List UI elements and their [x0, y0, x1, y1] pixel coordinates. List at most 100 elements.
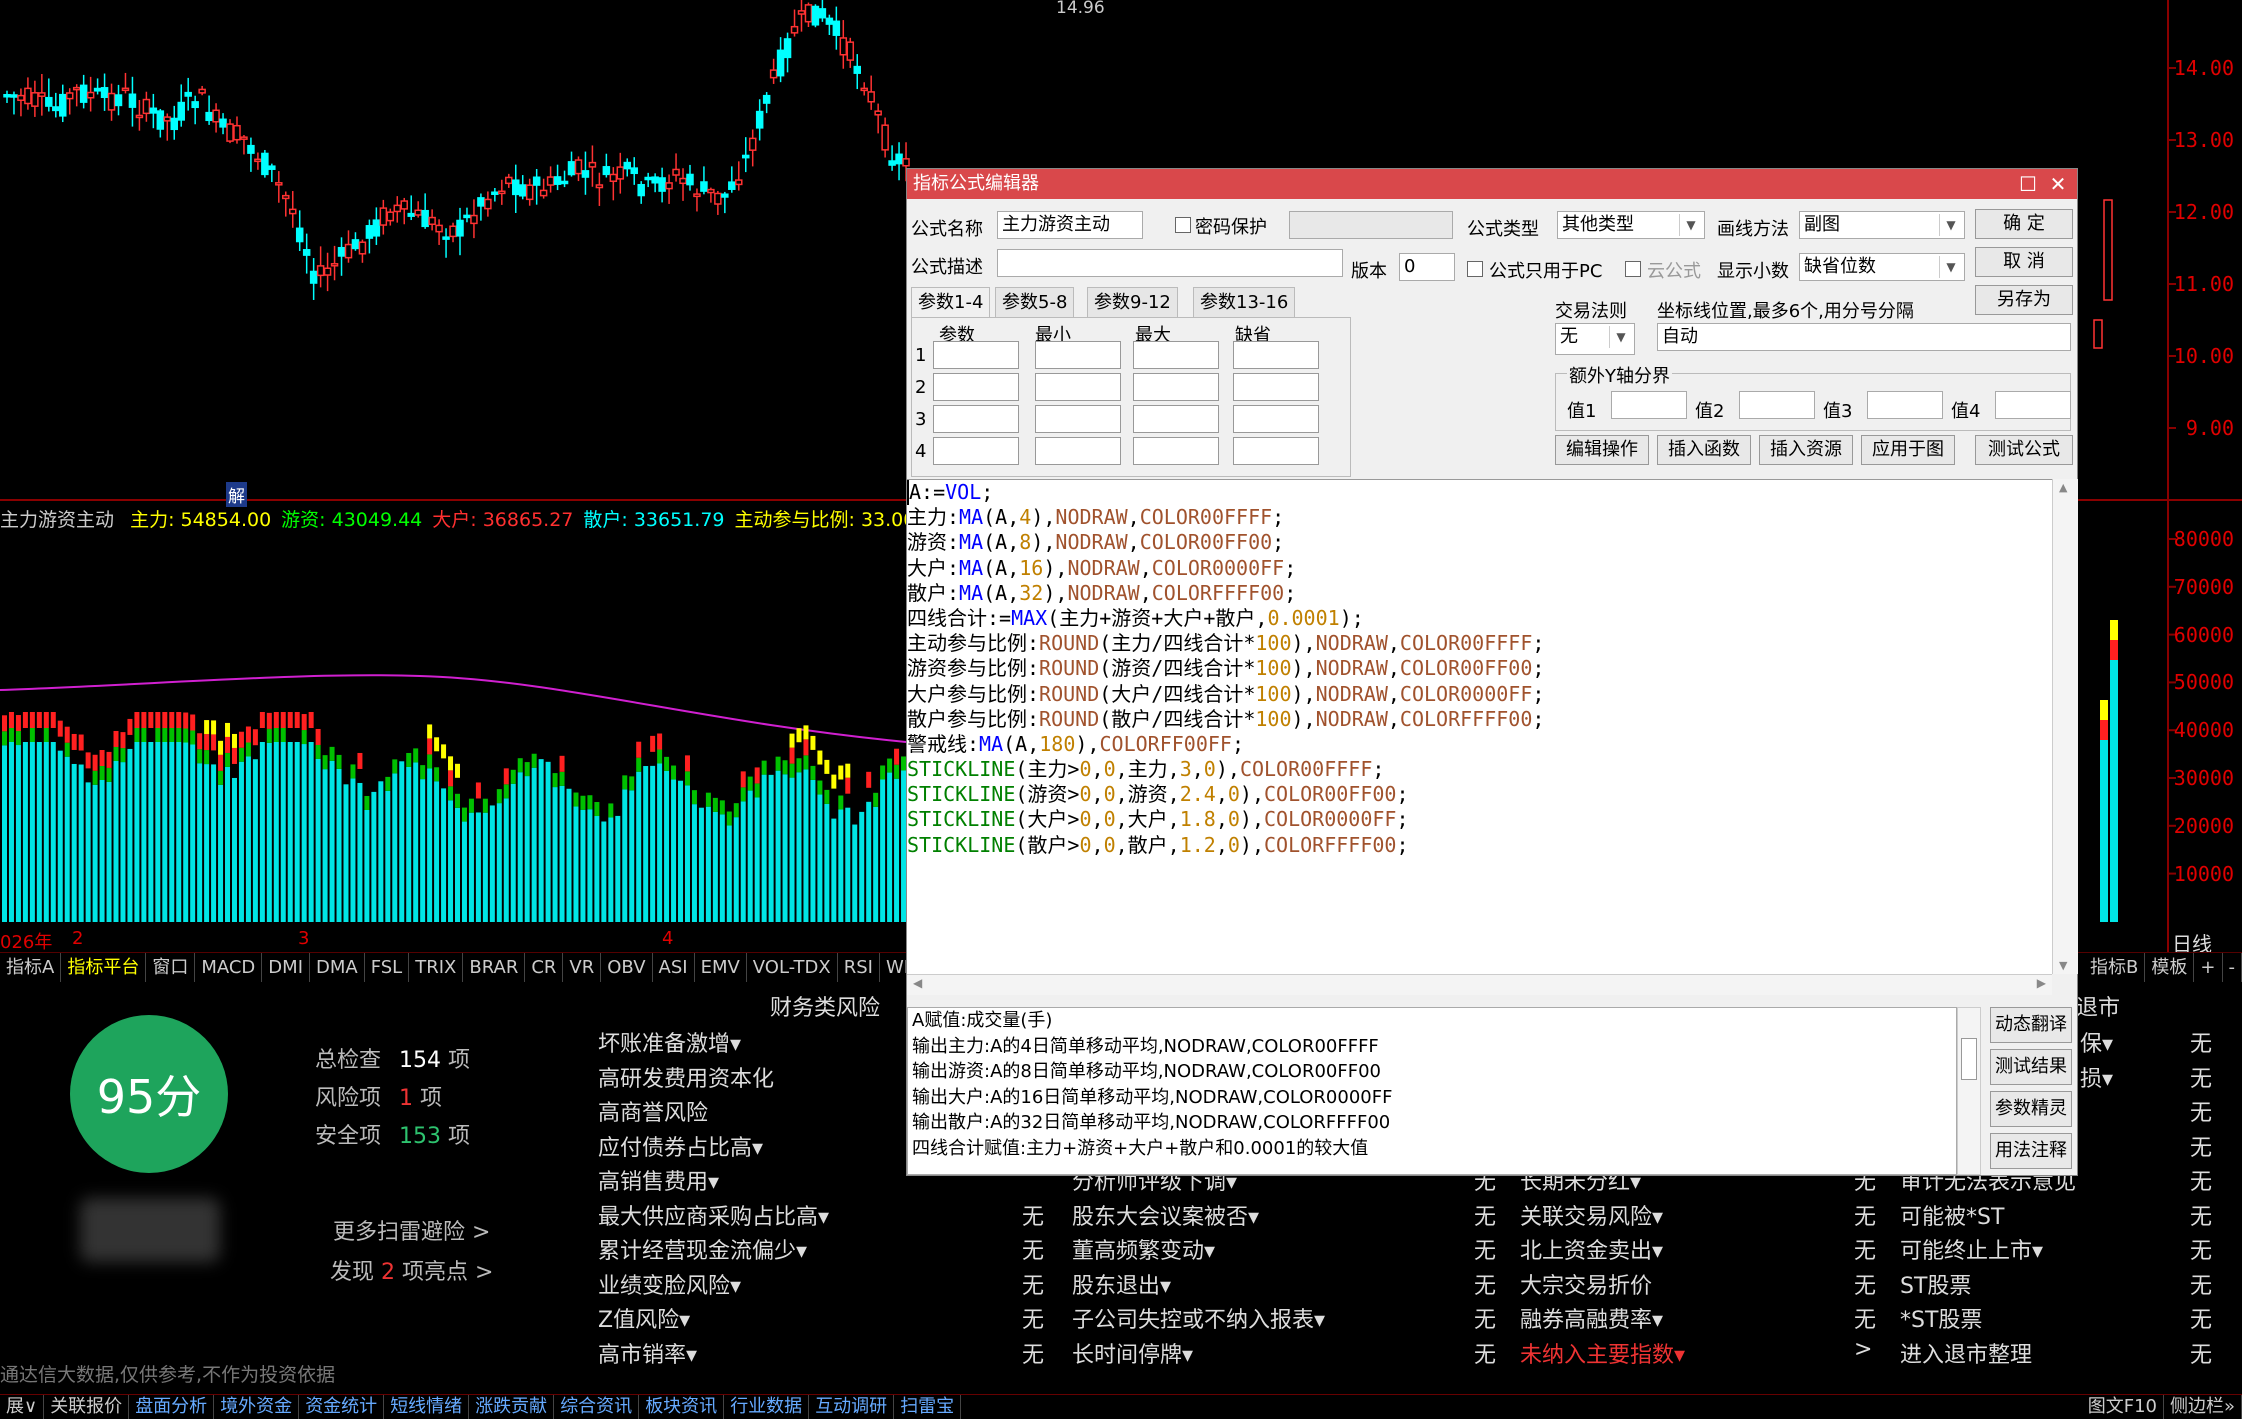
formula-desc-input[interactable]	[997, 249, 1343, 277]
code-line[interactable]: STICKLINE(游资>0,0,游资,2.4,0),COLOR00FF00;	[907, 782, 2052, 807]
param-cell-input[interactable]	[933, 405, 1019, 433]
formula-name-input[interactable]: 主力游资主动	[997, 211, 1143, 239]
indicator-tab[interactable]: 指标A	[0, 953, 61, 983]
param-cell-input[interactable]	[1035, 405, 1121, 433]
risk-item-gov[interactable]: 长时间停牌▾	[1072, 1337, 1193, 1369]
action-button[interactable]: 应用于图	[1861, 435, 1955, 465]
risk-item-finance[interactable]: 坏账准备激增▾	[598, 1026, 741, 1058]
param-cell-input[interactable]	[933, 437, 1019, 465]
risk-item-delist[interactable]: 可能终止上市▾	[1900, 1233, 2043, 1265]
code-line[interactable]: 游资:MA(A,8),NODRAW,COLOR00FF00;	[907, 530, 2052, 555]
code-line[interactable]: 警戒线:MA(A,180),COLORFF00FF;	[907, 732, 2052, 757]
side-button[interactable]: 动态翻译	[1990, 1007, 2072, 1043]
cancel-button[interactable]: 取 消	[1975, 247, 2073, 277]
code-line[interactable]: 主力:MA(A,4),NODRAW,COLOR00FFFF;	[907, 505, 2052, 530]
bottom-tab[interactable]: 关联报价	[44, 1395, 129, 1419]
draw-method-select[interactable]: 副图▼	[1799, 211, 1965, 239]
param-cell-input[interactable]	[933, 341, 1019, 369]
param-cell-input[interactable]	[1133, 437, 1219, 465]
indicator-tab[interactable]: MACD	[195, 953, 262, 983]
decimal-select[interactable]: 缺省位数▼	[1799, 253, 1965, 281]
bottom-tab[interactable]: 行业数据	[724, 1395, 809, 1419]
param-tab[interactable]: 参数5-8	[995, 287, 1074, 318]
indicator-tab[interactable]: CR	[525, 953, 563, 983]
param-cell-input[interactable]	[1133, 341, 1219, 369]
indicator-tab-right[interactable]: 指标B	[2084, 953, 2145, 983]
risk-item-market[interactable]: 融券高融费率▾	[1520, 1302, 1663, 1334]
action-button[interactable]: 插入资源	[1759, 435, 1853, 465]
param-cell-input[interactable]	[1233, 373, 1319, 401]
indicator-tab[interactable]: 窗口	[146, 953, 195, 983]
desc-scrollbar[interactable]	[1957, 1007, 1981, 1175]
param-cell-input[interactable]	[933, 373, 1019, 401]
param-cell-input[interactable]	[1133, 373, 1219, 401]
code-line[interactable]: A:=VOL;	[907, 480, 2052, 505]
bottom-right-tab[interactable]: 图文F10	[2082, 1395, 2164, 1419]
risk-item-finance[interactable]: 高研发费用资本化	[598, 1061, 774, 1093]
code-line[interactable]: STICKLINE(大户>0,0,大户,1.8,0),COLOR0000FF;	[907, 807, 2052, 832]
close-icon[interactable]: ✕	[2043, 169, 2073, 199]
risk-item-finance[interactable]: 最大供应商采购占比高▾	[598, 1199, 829, 1231]
indicator-tab[interactable]: BRAR	[463, 953, 525, 983]
yaxis-value-input[interactable]	[1611, 391, 1687, 419]
code-line[interactable]: 大户:MA(A,16),NODRAW,COLOR0000FF;	[907, 556, 2052, 581]
bottom-tab[interactable]: 板块资讯	[639, 1395, 724, 1419]
code-line[interactable]: 大户参与比例:ROUND(大户/四线合计*100),NODRAW,COLOR00…	[907, 682, 2052, 707]
code-line[interactable]: 四线合计:=MAX(主力+游资+大户+散户,0.0001);	[907, 606, 2052, 631]
action-button[interactable]: 插入函数	[1657, 435, 1751, 465]
indicator-tab[interactable]: DMA	[310, 953, 365, 983]
risk-item-gov[interactable]: 子公司失控或不纳入报表▾	[1072, 1302, 1325, 1334]
code-line[interactable]: 游资参与比例:ROUND(游资/四线合计*100),NODRAW,COLOR00…	[907, 656, 2052, 681]
code-line[interactable]: 散户参与比例:ROUND(散户/四线合计*100),NODRAW,COLORFF…	[907, 707, 2052, 732]
side-button[interactable]: 用法注释	[1990, 1133, 2072, 1169]
indicator-tab-right[interactable]: +	[2194, 953, 2222, 983]
side-button[interactable]: 参数精灵	[1990, 1091, 2072, 1127]
param-cell-input[interactable]	[1133, 405, 1219, 433]
bottom-right-tab[interactable]: 侧边栏»	[2164, 1395, 2242, 1419]
indicator-tab[interactable]: FSL	[365, 953, 410, 983]
risk-item-gov[interactable]: 股东大会议案被否▾	[1072, 1199, 1259, 1231]
action-button[interactable]: 测试公式	[1975, 435, 2073, 465]
bottom-tab[interactable]: 互动调研	[809, 1395, 894, 1419]
param-tab[interactable]: 参数9-12	[1087, 287, 1178, 318]
scroll-left-icon[interactable]: ◀	[913, 976, 922, 990]
param-cell-input[interactable]	[1035, 437, 1121, 465]
risk-item-gov[interactable]: 董高频繁变动▾	[1072, 1233, 1215, 1265]
cloud-checkbox[interactable]	[1625, 261, 1641, 277]
risk-item-gov[interactable]: 股东退出▾	[1072, 1268, 1171, 1300]
indicator-tab[interactable]: EMV	[695, 953, 747, 983]
risk-item-delist[interactable]: 可能被*ST	[1900, 1199, 2004, 1231]
maximize-icon[interactable]: ☐	[2013, 169, 2043, 199]
code-vertical-scrollbar[interactable]: ▲ ▼	[2052, 479, 2078, 974]
action-button[interactable]: 编辑操作	[1555, 435, 1649, 465]
password-input[interactable]	[1289, 211, 1453, 239]
param-cell-input[interactable]	[1233, 437, 1319, 465]
risk-item-delist[interactable]: ST股票	[1900, 1268, 1971, 1300]
risk-item-market[interactable]: 大宗交易折价	[1520, 1268, 1652, 1300]
param-cell-input[interactable]	[1035, 373, 1121, 401]
indicator-tab[interactable]: 指标平台	[61, 953, 146, 983]
yaxis-value-input[interactable]	[1867, 391, 1943, 419]
bottom-tab[interactable]: 综合资讯	[554, 1395, 639, 1419]
bottom-tab[interactable]: 资金统计	[299, 1395, 384, 1419]
indicator-tab[interactable]: VR	[563, 953, 601, 983]
risk-item-finance[interactable]: 高商誉风险	[598, 1095, 708, 1127]
risk-item-delist[interactable]: 进入退市整理	[1900, 1337, 2032, 1369]
yaxis-value-input[interactable]	[1995, 391, 2071, 419]
formula-type-select[interactable]: 其他类型▼	[1557, 211, 1705, 239]
indicator-tab[interactable]: ASI	[653, 953, 695, 983]
save-as-button[interactable]: 另存为	[1975, 285, 2073, 315]
risk-item-delist[interactable]: *ST股票	[1900, 1302, 1982, 1334]
bottom-tab[interactable]: 涨跌贡献	[469, 1395, 554, 1419]
pc-only-checkbox[interactable]	[1467, 261, 1483, 277]
side-button[interactable]: 测试结果	[1990, 1049, 2072, 1085]
indicator-tab[interactable]: TRIX	[409, 953, 463, 983]
param-tab[interactable]: 参数1-4	[911, 287, 990, 318]
code-line[interactable]: STICKLINE(主力>0,0,主力,3,0),COLOR00FFFF;	[907, 757, 2052, 782]
formula-code-editor[interactable]: A:=VOL;主力:MA(A,4),NODRAW,COLOR00FFFF;游资:…	[907, 479, 2052, 975]
bottom-tab[interactable]: 扫雷宝	[894, 1395, 961, 1419]
indicator-tab-right[interactable]: 模板	[2145, 953, 2194, 983]
indicator-tab[interactable]: OBV	[601, 953, 652, 983]
risk-item-finance[interactable]: 业绩变脸风险▾	[598, 1268, 741, 1300]
risk-item-finance[interactable]: 累计经营现金流偏少▾	[598, 1233, 807, 1265]
